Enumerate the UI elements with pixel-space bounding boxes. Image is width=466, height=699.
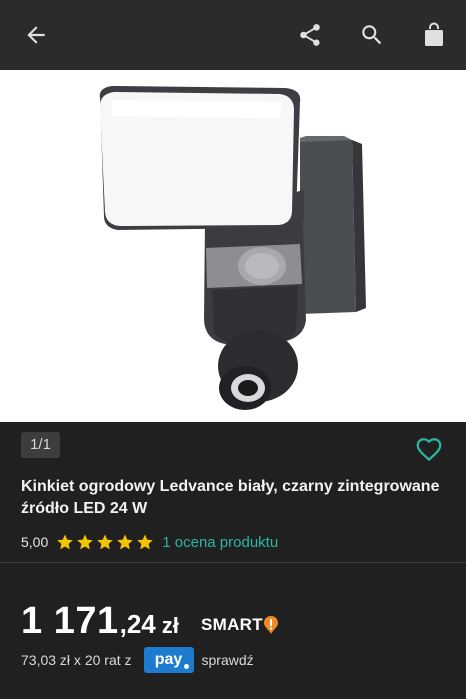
price-fraction: ,24	[119, 609, 156, 639]
star-icon	[117, 534, 134, 550]
star-icon	[137, 534, 154, 550]
star-rating	[56, 533, 154, 551]
star-icon	[77, 534, 94, 550]
divider	[0, 562, 466, 563]
exclamation-badge-icon	[263, 616, 278, 634]
payu-logo: pay	[143, 647, 194, 673]
reviews-link[interactable]: 1 ocena produktu	[162, 534, 278, 551]
installments-row: 73,03 zł x 20 rat z pay sprawdź	[21, 646, 254, 674]
top-app-bar	[0, 0, 466, 70]
smart-label: SMART	[201, 615, 263, 634]
payu-label: pay	[154, 651, 183, 668]
product-title: Kinkiet ogrodowy Ledvance biały, czarny …	[21, 478, 440, 517]
price: 1 171 ,24 zł	[21, 600, 179, 644]
image-counter: 1/1	[21, 432, 60, 458]
rating-value: 5,00	[21, 534, 49, 550]
shopping-bag-icon[interactable]	[416, 17, 452, 53]
search-icon[interactable]	[354, 17, 390, 53]
smart-badge[interactable]: SMART	[201, 614, 279, 636]
star-icon	[57, 534, 74, 550]
star-icon	[97, 534, 114, 550]
product-photo	[99, 86, 366, 410]
rating-row: 5,00 1 ocena produktu	[21, 532, 278, 552]
installments-text: 73,03 zł x 20 rat z	[21, 652, 132, 668]
price-main: 1 171	[21, 600, 119, 642]
heart-icon[interactable]	[414, 434, 444, 464]
arrow-left-icon[interactable]	[18, 17, 54, 53]
check-installments-link[interactable]: sprawdź	[202, 652, 254, 668]
price-currency: zł	[161, 613, 179, 638]
share-icon[interactable]	[292, 17, 328, 53]
product-image[interactable]	[0, 70, 466, 422]
